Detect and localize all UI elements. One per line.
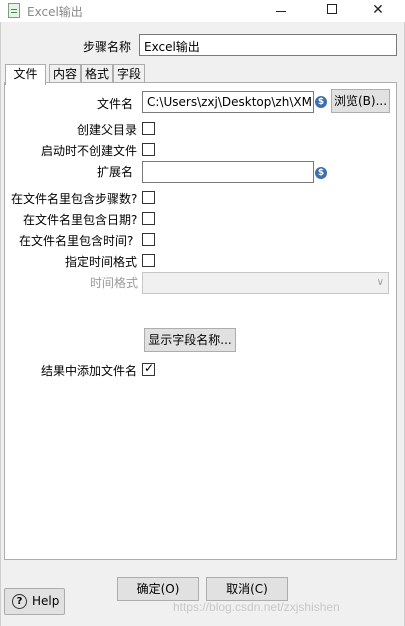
extension-input[interactable]: [142, 161, 314, 183]
step-name-label: 步骤名称: [83, 40, 132, 54]
include-date-checkbox[interactable]: [142, 212, 155, 225]
dollar-variable-icon: $: [315, 167, 327, 179]
no-create-on-start-label: 启动时不创建文件: [41, 144, 138, 158]
create-parent-label: 创建父目录: [77, 123, 138, 137]
date-format-select[interactable]: ∨: [142, 272, 389, 294]
create-parent-checkbox[interactable]: [142, 122, 155, 135]
tab-fields[interactable]: 字段: [113, 64, 145, 84]
help-label: Help: [32, 594, 60, 608]
app-document-icon: [8, 3, 20, 18]
filename-input[interactable]: C:\Users\zxj\Desktop\zh\XM: [142, 91, 314, 113]
include-time-checkbox[interactable]: [142, 233, 155, 246]
ok-button[interactable]: 确定(O): [117, 577, 199, 601]
add-to-result-label: 结果中添加文件名: [41, 364, 138, 378]
filename-label: 文件名: [97, 97, 134, 111]
help-button[interactable]: ? Help: [4, 588, 65, 615]
window-title: Excel输出: [27, 5, 83, 19]
extension-label: 扩展名: [97, 165, 134, 179]
title-bar: Excel输出 ✕: [0, 0, 405, 22]
browse-button[interactable]: 浏览(B)...: [331, 89, 390, 113]
show-fields-button[interactable]: 显示字段名称...: [144, 328, 236, 352]
maximize-button[interactable]: [309, 0, 355, 22]
dialog-client: 步骤名称 Excel输出 文件 内容 格式 字段 文件名 C:\Users\zx…: [0, 22, 405, 626]
maximize-icon: [327, 4, 337, 14]
dollar-variable-icon: $: [315, 96, 327, 108]
include-stepnr-label: 在文件名里包含步骤数?: [11, 192, 138, 206]
specify-format-checkbox[interactable]: [142, 254, 155, 267]
add-to-result-checkbox[interactable]: [142, 361, 155, 376]
watermark: https://blog.csdn.net/zxjshishen: [173, 600, 340, 614]
include-time-label: 在文件名里包含时间?: [19, 234, 134, 248]
tab-file[interactable]: 文件: [5, 64, 46, 85]
no-create-on-start-checkbox[interactable]: [142, 143, 155, 156]
question-circle-icon: ?: [12, 594, 27, 609]
chevron-down-icon: ∨: [376, 277, 384, 288]
tab-format[interactable]: 格式: [81, 64, 113, 84]
minimize-icon: [276, 10, 286, 12]
specify-format-label: 指定时间格式: [65, 255, 138, 269]
include-stepnr-checkbox[interactable]: [142, 191, 155, 204]
date-format-label: 时间格式: [90, 276, 139, 290]
tab-content[interactable]: 内容: [49, 64, 81, 84]
minimize-button[interactable]: [258, 0, 304, 22]
include-date-label: 在文件名里包含日期?: [23, 213, 138, 227]
cancel-button[interactable]: 取消(C): [206, 577, 288, 601]
close-button[interactable]: ✕: [355, 0, 401, 22]
step-name-input[interactable]: Excel输出: [139, 34, 397, 56]
file-tab-panel: 文件名 C:\Users\zxj\Desktop\zh\XM $ 浏览(B)..…: [4, 82, 397, 560]
